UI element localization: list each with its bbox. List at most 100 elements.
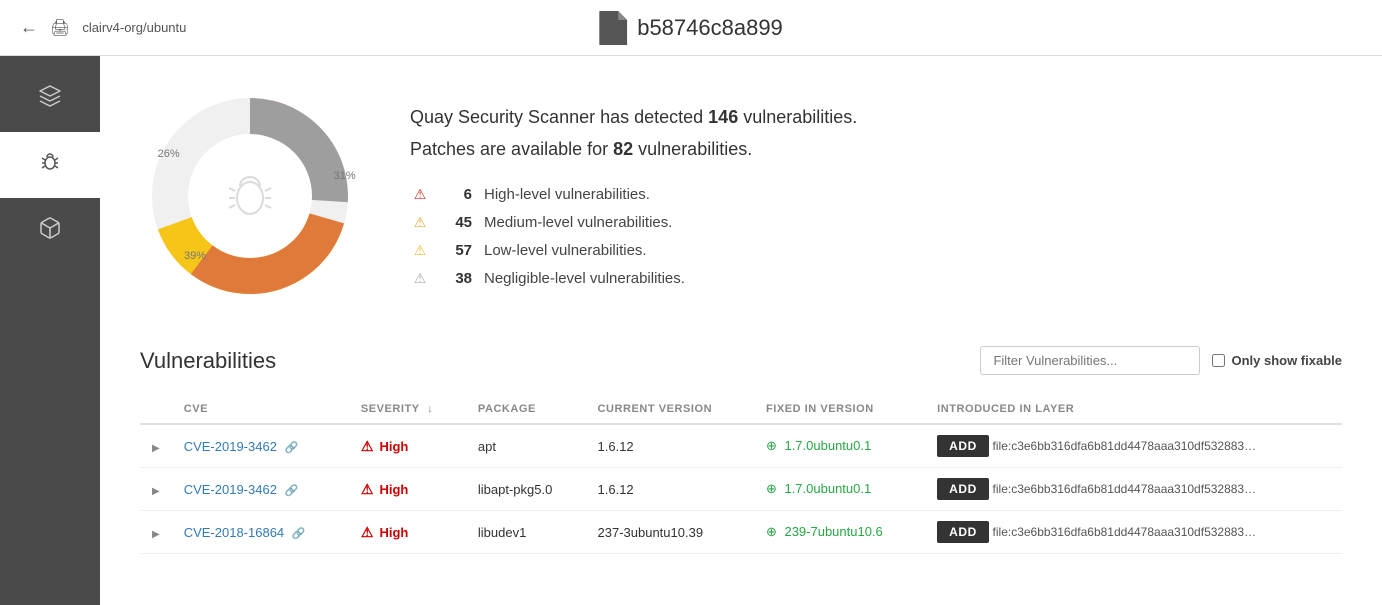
- total-vuln-text: Quay Security Scanner has detected 146 v…: [410, 104, 1342, 131]
- negligible-label: Negligible-level vulnerabilities.: [484, 270, 685, 287]
- expand-col: [140, 395, 172, 424]
- severity-badge-high: ⚠ High: [361, 481, 454, 498]
- package-icon: [38, 216, 62, 246]
- expand-arrow[interactable]: ▶: [152, 443, 160, 454]
- medium-count: 45: [442, 214, 472, 231]
- summary-section: 26% 31% 39% Quay Security Scanner has de…: [140, 86, 1342, 306]
- cve-cell: CVE-2019-3462 🔗: [172, 468, 349, 511]
- main-content: 26% 31% 39% Quay Security Scanner has de…: [100, 56, 1382, 605]
- header: ← 🖨 clairv4-org/ubuntu b58746c8a899: [0, 0, 1382, 56]
- col-fixed-version: FIXED IN VERSION: [754, 395, 925, 424]
- page-title: b58746c8a899: [637, 15, 783, 41]
- cve-cell: CVE-2018-16864 🔗: [172, 511, 349, 554]
- external-link-icon[interactable]: 🔗: [285, 442, 299, 454]
- expand-cell: ▶: [140, 511, 172, 554]
- layer-text: file:c3e6bb316dfa6b81dd4478aaa310df53288…: [993, 525, 1257, 539]
- table-head: CVE SEVERITY ↓ PACKAGE CURRENT VERSION F…: [140, 395, 1342, 424]
- severity-warn-icon: ⚠: [361, 438, 374, 455]
- back-button[interactable]: ←: [20, 17, 38, 38]
- sort-icon: ↓: [427, 403, 433, 415]
- page-title-area: b58746c8a899: [599, 11, 783, 45]
- level-row-negligible: ⚠ 38 Negligible-level vulnerabilities.: [410, 268, 1342, 288]
- fixed-version-cell: ⊕ 1.7.0ubuntu0.1: [754, 424, 925, 468]
- current-version-cell: 237-3ubuntu10.39: [586, 511, 754, 554]
- fixable-checkbox[interactable]: [1212, 354, 1225, 367]
- severity-warn-icon: ⚠: [361, 524, 374, 541]
- fixable-count: 82: [613, 139, 633, 159]
- fixed-version-link[interactable]: 1.7.0ubuntu0.1: [784, 481, 871, 496]
- chart-label-low: 39%: [184, 250, 206, 262]
- total-count: 146: [708, 107, 738, 127]
- expand-cell: ▶: [140, 468, 172, 511]
- severity-cell: ⚠ High: [349, 424, 466, 468]
- filter-input[interactable]: [980, 346, 1200, 375]
- col-severity[interactable]: SEVERITY ↓: [349, 395, 466, 424]
- package-cell: libapt-pkg5.0: [466, 468, 586, 511]
- vulnerabilities-table: CVE SEVERITY ↓ PACKAGE CURRENT VERSION F…: [140, 395, 1342, 554]
- cve-link[interactable]: CVE-2019-3462: [184, 482, 277, 497]
- table-header-row: CVE SEVERITY ↓ PACKAGE CURRENT VERSION F…: [140, 395, 1342, 424]
- donut-chart: 26% 31% 39%: [140, 86, 360, 306]
- expand-arrow[interactable]: ▶: [152, 486, 160, 497]
- sidebar-item-packages[interactable]: [0, 198, 100, 264]
- filter-area: Only show fixable: [980, 346, 1342, 375]
- vulnerabilities-table-section: Vulnerabilities Only show fixable CVE SE…: [140, 346, 1342, 554]
- col-current-version: CURRENT VERSION: [586, 395, 754, 424]
- table-header-area: Vulnerabilities Only show fixable: [140, 346, 1342, 375]
- severity-cell: ⚠ High: [349, 511, 466, 554]
- sidebar: [0, 56, 100, 605]
- breadcrumb[interactable]: clairv4-org/ubuntu: [82, 20, 186, 35]
- fixable-vuln-text: Patches are available for 82 vulnerabili…: [410, 139, 1342, 160]
- fixed-circle-icon: ⊕: [766, 481, 777, 496]
- header-nav: ← 🖨 clairv4-org/ubuntu: [20, 17, 186, 38]
- severity-warn-icon: ⚠: [361, 481, 374, 498]
- bug-icon: [38, 150, 62, 180]
- current-version-cell: 1.6.12: [586, 424, 754, 468]
- table-body: ▶ CVE-2019-3462 🔗 ⚠ High apt 1.6.: [140, 424, 1342, 554]
- low-label: Low-level vulnerabilities.: [484, 242, 647, 259]
- severity-label: High: [379, 439, 408, 454]
- severity-badge-high: ⚠ High: [361, 524, 454, 541]
- medium-label: Medium-level vulnerabilities.: [484, 214, 672, 231]
- layer-cell: ADD file:c3e6bb316dfa6b81dd4478aaa310df5…: [925, 468, 1342, 511]
- level-row-low: ⚠ 57 Low-level vulnerabilities.: [410, 240, 1342, 260]
- cve-link[interactable]: CVE-2018-16864: [184, 525, 284, 540]
- layers-icon: [38, 84, 62, 114]
- vulnerabilities-title: Vulnerabilities: [140, 348, 276, 374]
- table-row: ▶ CVE-2018-16864 🔗 ⚠ High libudev1: [140, 511, 1342, 554]
- low-count: 57: [442, 242, 472, 259]
- layer-text: file:c3e6bb316dfa6b81dd4478aaa310df53288…: [993, 482, 1257, 496]
- fixed-version-link[interactable]: 1.7.0ubuntu0.1: [784, 438, 871, 453]
- table-row: ▶ CVE-2019-3462 🔗 ⚠ High libapt-pkg5.0: [140, 468, 1342, 511]
- external-link-icon[interactable]: 🔗: [292, 528, 306, 540]
- printer-icon[interactable]: 🖨: [50, 18, 70, 38]
- cve-cell: CVE-2019-3462 🔗: [172, 424, 349, 468]
- negligible-warning-icon: ⚠: [410, 268, 430, 288]
- chart-label-negligible: 26%: [158, 148, 180, 160]
- fixable-text: Only show fixable: [1231, 353, 1342, 368]
- negligible-count: 38: [442, 270, 472, 287]
- add-button[interactable]: ADD: [937, 478, 989, 500]
- col-package: PACKAGE: [466, 395, 586, 424]
- vuln-levels: ⚠ 6 High-level vulnerabilities. ⚠ 45 Med…: [410, 184, 1342, 288]
- level-row-high: ⚠ 6 High-level vulnerabilities.: [410, 184, 1342, 204]
- vulnerability-summary: Quay Security Scanner has detected 146 v…: [410, 104, 1342, 288]
- layer-cell: ADD file:c3e6bb316dfa6b81dd4478aaa310df5…: [925, 424, 1342, 468]
- severity-badge-high: ⚠ High: [361, 438, 454, 455]
- fixed-version-link[interactable]: 239-7ubuntu10.6: [784, 524, 882, 539]
- add-button[interactable]: ADD: [937, 435, 989, 457]
- severity-cell: ⚠ High: [349, 468, 466, 511]
- current-version-cell: 1.6.12: [586, 468, 754, 511]
- external-link-icon[interactable]: 🔗: [285, 485, 299, 497]
- fixed-version-cell: ⊕ 239-7ubuntu10.6: [754, 511, 925, 554]
- fixable-checkbox-label: Only show fixable: [1212, 353, 1342, 368]
- cve-link[interactable]: CVE-2019-3462: [184, 439, 277, 454]
- fixed-version-cell: ⊕ 1.7.0ubuntu0.1: [754, 468, 925, 511]
- table-row: ▶ CVE-2019-3462 🔗 ⚠ High apt 1.6.: [140, 424, 1342, 468]
- sidebar-item-layers[interactable]: [0, 66, 100, 132]
- expand-arrow[interactable]: ▶: [152, 529, 160, 540]
- app-layout: 26% 31% 39% Quay Security Scanner has de…: [0, 56, 1382, 605]
- high-warning-icon: ⚠: [410, 184, 430, 204]
- add-button[interactable]: ADD: [937, 521, 989, 543]
- sidebar-item-vulnerabilities[interactable]: [0, 132, 100, 198]
